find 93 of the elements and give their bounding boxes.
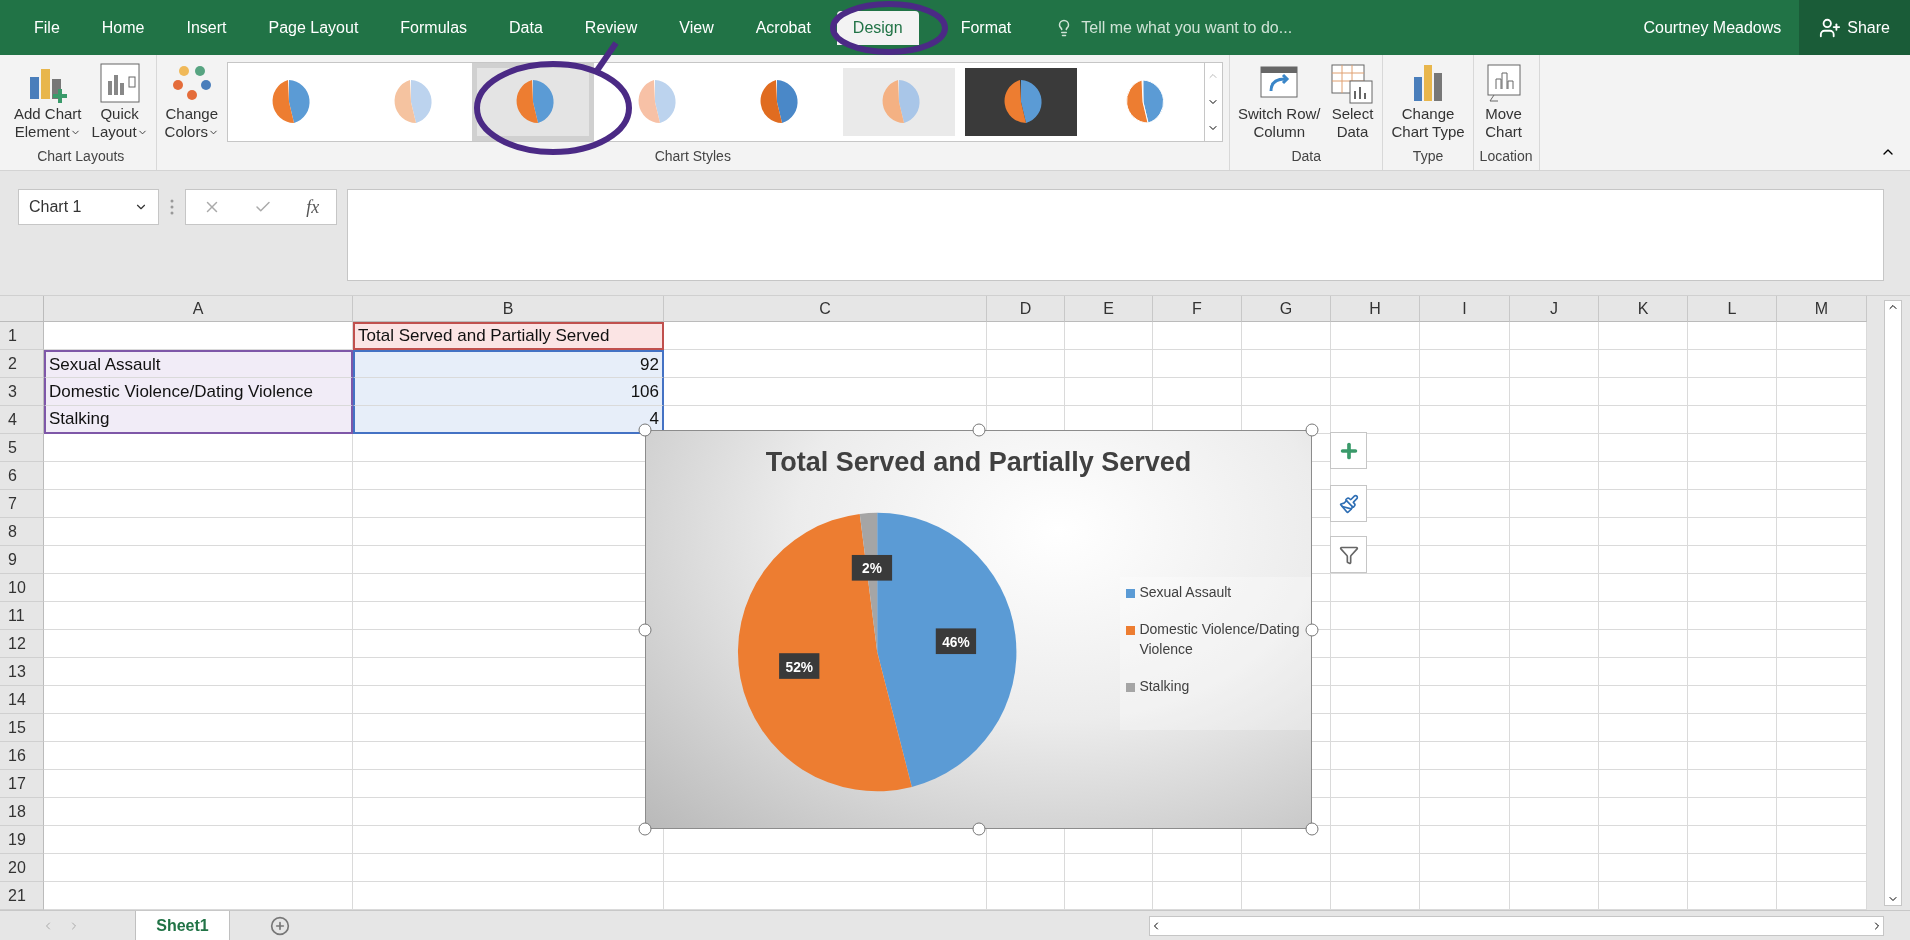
row-number[interactable]: 15 xyxy=(0,714,44,742)
table-cell[interactable]: Total Served and Partially Served xyxy=(353,322,664,350)
chart-elements-button[interactable] xyxy=(1330,432,1367,469)
column-header[interactable]: J xyxy=(1510,296,1599,322)
column-header[interactable]: H xyxy=(1331,296,1420,322)
row-number[interactable]: 18 xyxy=(0,798,44,826)
column-header[interactable]: D xyxy=(987,296,1065,322)
ribbon-button[interactable]: Change Colors xyxy=(162,59,221,143)
row-number[interactable]: 10 xyxy=(0,574,44,602)
legend-item: Stalking xyxy=(1126,677,1305,697)
column-header[interactable]: B xyxy=(353,296,664,322)
row-number[interactable]: 17 xyxy=(0,770,44,798)
menu-tab[interactable]: Page Layout xyxy=(252,10,375,45)
row-number[interactable]: 8 xyxy=(0,518,44,546)
table-cell[interactable]: 4 xyxy=(353,406,664,434)
menu-tab[interactable]: File xyxy=(18,10,76,45)
menu-tab[interactable]: View xyxy=(663,10,730,45)
ribbon-button[interactable]: Move Chart xyxy=(1479,59,1528,143)
ribbon-button[interactable]: Change Chart Type xyxy=(1389,59,1467,143)
filter-icon xyxy=(1338,544,1359,565)
table-cell[interactable]: 92 xyxy=(353,350,664,378)
menu-tab[interactable]: Insert xyxy=(170,10,243,45)
row-number[interactable]: 4 xyxy=(0,406,44,434)
column-header[interactable]: F xyxy=(1153,296,1242,322)
person-plus-icon xyxy=(1819,16,1842,39)
annotation-line xyxy=(593,41,619,74)
chart-filters-button[interactable] xyxy=(1330,536,1367,573)
layout-icon xyxy=(97,61,142,105)
insert-function-button[interactable]: fx xyxy=(306,196,320,218)
column-header[interactable]: E xyxy=(1065,296,1153,322)
column-header[interactable]: C xyxy=(664,296,987,322)
row-number[interactable]: 6 xyxy=(0,462,44,490)
menu-tab[interactable]: Design xyxy=(836,10,919,45)
formula-input[interactable] xyxy=(347,189,1884,281)
sheet-tab[interactable]: Sheet1 xyxy=(135,910,230,940)
group-label: Chart Styles xyxy=(653,148,732,166)
name-box[interactable]: Chart 1 xyxy=(18,189,159,225)
row-number[interactable]: 1 xyxy=(0,322,44,350)
row-number[interactable]: 5 xyxy=(0,434,44,462)
data-label: 2% xyxy=(862,561,882,577)
ribbon-button[interactable]: Quick Layout xyxy=(89,59,150,143)
row-number[interactable]: 9 xyxy=(0,546,44,574)
chart-area[interactable]: Total Served and Partially Served 46% 52% 2% Sexual Assault Domestic Violence/Dating Violence Stalking xyxy=(645,430,1312,829)
table-chart-icon xyxy=(1330,61,1375,105)
data-label: 46% xyxy=(935,628,977,655)
column-header[interactable]: M xyxy=(1777,296,1867,322)
column-header[interactable]: L xyxy=(1688,296,1777,322)
row-number[interactable]: 2 xyxy=(0,350,44,378)
column-header[interactable]: K xyxy=(1599,296,1688,322)
vertical-scrollbar[interactable] xyxy=(1884,300,1902,906)
data-label: 52% xyxy=(785,659,813,675)
row-number[interactable]: 7 xyxy=(0,490,44,518)
menu-tab[interactable]: Review xyxy=(568,10,654,45)
group-label: Data xyxy=(1290,148,1322,166)
row-number[interactable]: 3 xyxy=(0,378,44,406)
row-number[interactable]: 12 xyxy=(0,630,44,658)
row-number[interactable]: 16 xyxy=(0,742,44,770)
row-number[interactable]: 11 xyxy=(0,602,44,630)
row-number[interactable]: 13 xyxy=(0,658,44,686)
column-header[interactable]: G xyxy=(1242,296,1331,322)
chart-title: Total Served and Partially Served xyxy=(764,447,1193,478)
legend-item: Sexual Assault xyxy=(1126,582,1305,603)
menu-tab[interactable]: Formulas xyxy=(384,10,484,45)
table-cell[interactable]: 106 xyxy=(353,378,664,406)
row-number[interactable]: 14 xyxy=(0,686,44,714)
ribbon-button[interactable]: Switch Row/ Column xyxy=(1235,59,1323,143)
share-button[interactable]: Share xyxy=(1799,0,1910,55)
column-header[interactable]: A xyxy=(44,296,353,322)
menu-tab[interactable]: Home xyxy=(85,10,161,45)
column-header[interactable]: I xyxy=(1420,296,1510,322)
table-cell[interactable]: Domestic Violence/Dating Violence xyxy=(44,378,353,406)
chart-styles-button[interactable] xyxy=(1330,485,1367,522)
group-label: Location xyxy=(1479,148,1533,166)
ribbon-button[interactable]: Add Chart Element xyxy=(12,59,84,143)
table-cell[interactable]: Stalking xyxy=(44,406,353,434)
paintbrush-icon xyxy=(1338,493,1359,514)
row-number[interactable]: 21 xyxy=(0,882,44,910)
legend-item: Domestic Violence/Dating Violence xyxy=(1126,620,1305,660)
tell-me-field[interactable]: Tell me what you want to do... xyxy=(1055,18,1644,37)
user-name: Courtney Meadows xyxy=(1643,18,1782,37)
data-label: 52% xyxy=(779,653,820,679)
horizontal-scrollbar[interactable] xyxy=(1149,915,1884,936)
menu-tab[interactable]: Acrobat xyxy=(739,10,827,45)
add-sheet-icon[interactable] xyxy=(270,915,290,936)
group-label: Chart Layouts xyxy=(36,148,126,166)
table-cell[interactable]: Sexual Assault xyxy=(44,350,353,378)
row-number[interactable]: 19 xyxy=(0,826,44,854)
menu-tab[interactable]: Data xyxy=(493,10,559,45)
ribbon-button[interactable]: Select Data xyxy=(1328,59,1377,143)
row-number[interactable]: 20 xyxy=(0,854,44,882)
group-label: Type xyxy=(1411,148,1445,166)
menu-tab[interactable]: Format xyxy=(944,10,1028,45)
data-label: 46% xyxy=(942,634,970,650)
